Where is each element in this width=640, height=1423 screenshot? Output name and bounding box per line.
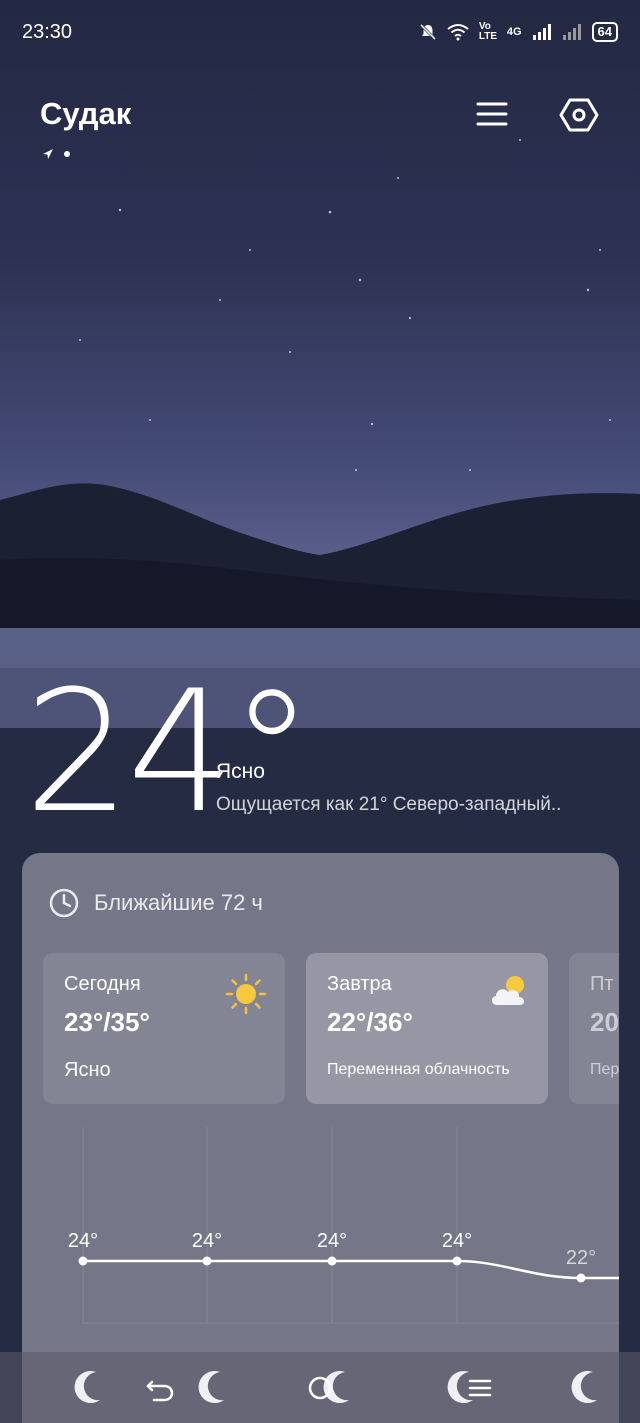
page-dot <box>64 151 70 157</box>
status-icons: Vo LTE 4G 64 <box>419 22 618 42</box>
location-indicator <box>42 148 70 160</box>
temperature-line <box>83 1259 619 1280</box>
day-condition: Пер <box>590 1061 619 1078</box>
recents-nav-icon[interactable] <box>462 1370 498 1406</box>
moon-icon <box>74 1371 100 1404</box>
day-label: Пт <box>590 973 614 995</box>
day-condition: Ясно <box>64 1059 111 1081</box>
partly-cloudy-icon <box>491 976 525 1005</box>
hour-point <box>78 1256 88 1266</box>
signal-weak-icon <box>562 24 581 40</box>
hour-temp-label: 24° <box>317 1230 347 1252</box>
hour-temp-label: 22° <box>566 1247 596 1269</box>
mute-bell-icon <box>419 23 436 41</box>
day-card-tomorrow[interactable]: Завтра 22°/36° Переменная облачность <box>306 953 548 1104</box>
status-time: 23:30 <box>22 20 73 43</box>
day-temp-range: 20 <box>590 1007 619 1037</box>
chart-gridlines <box>82 1127 619 1324</box>
wifi-icon <box>447 24 469 41</box>
day-label: Сегодня <box>64 973 141 995</box>
forecast-header: Ближайшие 72 ч <box>48 887 263 919</box>
clock-icon <box>49 888 79 918</box>
day-card-friday[interactable]: Пт 20 Пер <box>569 953 619 1104</box>
hour-temp-label: 24° <box>442 1230 472 1252</box>
day-condition: Переменная облачность <box>327 1061 510 1078</box>
feels-like-text: Ощущается как 21° Северо-западный.. <box>216 794 562 815</box>
sun-icon <box>225 973 267 1015</box>
hour-temp-label: 24° <box>68 1230 98 1252</box>
forecast-card: Ближайшие 72 ч Сегодня 23°/35° Ясно Завт… <box>22 853 619 1423</box>
home-nav-icon[interactable] <box>302 1370 338 1406</box>
hour-point <box>327 1256 337 1266</box>
menu-icon[interactable] <box>474 96 510 132</box>
city-name[interactable]: Судак <box>40 96 131 132</box>
location-arrow-icon <box>43 149 53 159</box>
forecast-title: Ближайшие 72 ч <box>94 890 263 915</box>
moon-icon <box>198 1371 224 1404</box>
current-condition: Ясно <box>216 760 265 783</box>
back-nav-icon[interactable] <box>142 1370 178 1406</box>
day-temp-range: 23°/35° <box>64 1007 150 1037</box>
hour-point <box>452 1256 462 1266</box>
hour-temp-label: 24° <box>192 1230 222 1252</box>
day-label: Завтра <box>327 973 392 995</box>
day-card-today[interactable]: Сегодня 23°/35° Ясно <box>43 953 285 1104</box>
status-bar: 23:30 Vo LTE 4G 64 <box>0 0 640 64</box>
hourly-temperature-chart: 24° 24° 24° 24° 22° <box>68 1127 619 1324</box>
hour-point <box>576 1273 586 1283</box>
daily-forecast-list: Сегодня 23°/35° Ясно Завтра 22°/36° Пере… <box>43 953 619 1105</box>
network-type: 4G <box>506 26 522 38</box>
day-temp-range: 22°/36° <box>327 1007 413 1037</box>
moon-icon <box>571 1371 597 1404</box>
battery-indicator: 64 <box>591 22 618 42</box>
volte-indicator: Vo LTE <box>478 21 497 42</box>
signal-icon <box>532 24 551 40</box>
hour-point <box>202 1256 212 1266</box>
settings-icon[interactable] <box>558 94 600 136</box>
